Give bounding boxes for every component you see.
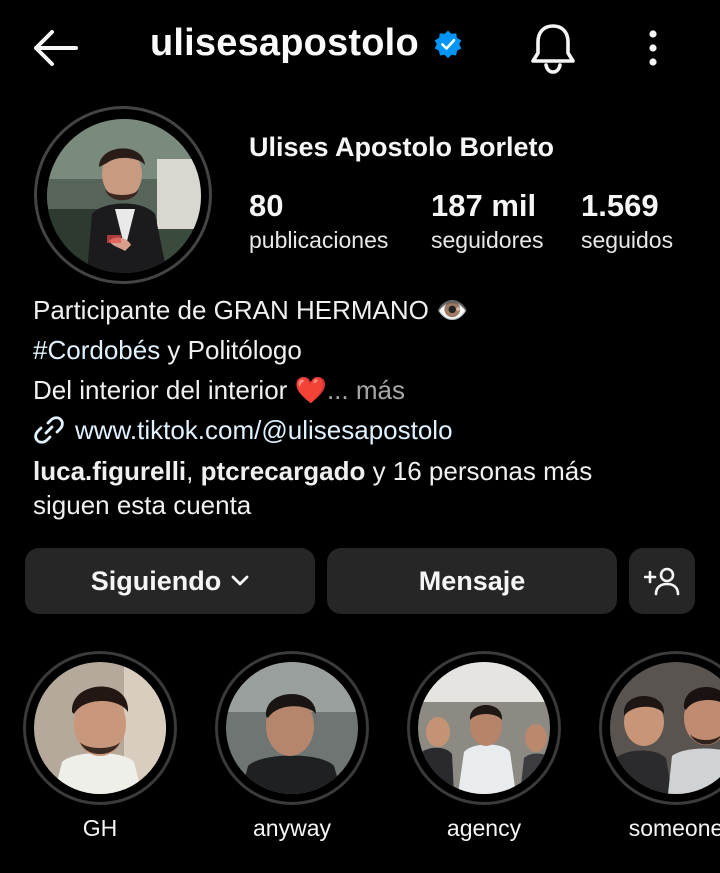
more-link[interactable]: ... más (327, 375, 405, 405)
highlight-agency[interactable]: agency (407, 651, 561, 842)
followed-by[interactable]: luca.figurelli, ptcrecargado y 16 person… (33, 454, 592, 522)
highlight-label: someone (628, 815, 720, 841)
following-button[interactable]: Siguiendo (25, 548, 315, 614)
chevron-down-icon (231, 575, 249, 586)
back-button[interactable] (30, 24, 86, 72)
bio: Participante de GRAN HERMANO 👁️ #Cordobé… (33, 290, 469, 450)
bio-line-3: Del interior del interior ❤️... más (33, 370, 469, 410)
message-button[interactable]: Mensaje (327, 548, 617, 614)
bio-line-1: Participante de GRAN HERMANO 👁️ (33, 290, 469, 330)
highlight-ring (407, 651, 561, 805)
highlight-label: GH (82, 815, 118, 841)
mutual-user-1[interactable]: luca.figurelli (33, 456, 186, 486)
stat-label: seguidos (581, 227, 674, 253)
arrow-left-icon (34, 30, 78, 66)
message-label: Mensaje (418, 565, 526, 596)
stat-label: publicaciones (249, 227, 389, 253)
bell-icon (531, 24, 575, 74)
followed-by-text-2: siguen esta cuenta (33, 490, 252, 520)
highlight-gh[interactable]: GH (23, 651, 177, 842)
stat-posts[interactable]: 80 publicaciones (249, 188, 388, 254)
full-name: Ulises Apostolo Borleto (249, 132, 555, 162)
mutual-user-2[interactable]: ptcrecargado (201, 456, 366, 486)
stat-following[interactable]: 1.569 seguidos (581, 188, 673, 254)
stat-value: 80 (249, 188, 284, 223)
bio-line-2: #Cordobés y Politólogo (33, 330, 469, 370)
username-header: ulisesapostolo (150, 22, 463, 65)
top-bar: ulisesapostolo (0, 0, 720, 96)
bio-link[interactable]: www.tiktok.com/@ulisesapostolo (33, 410, 469, 450)
avatar-image (47, 119, 201, 273)
following-label: Siguiendo (90, 565, 222, 596)
avatar[interactable] (47, 119, 201, 273)
highlight-image (610, 662, 720, 794)
bio-text: y Politólogo (160, 335, 302, 365)
eye-emoji: 👁️ (436, 295, 469, 325)
notifications-button[interactable] (526, 20, 580, 74)
separator: , (186, 456, 201, 486)
more-options-button[interactable] (636, 26, 670, 70)
username: ulisesapostolo (150, 22, 419, 64)
highlight-ring (599, 651, 720, 805)
highlight-image (34, 662, 166, 794)
highlight-someone[interactable]: someone (599, 651, 720, 842)
highlight-ring (23, 651, 177, 805)
hashtag-link[interactable]: #Cordobés (33, 335, 160, 365)
more-vertical-icon (649, 30, 657, 66)
highlight-ring (215, 651, 369, 805)
highlight-label: anyway (253, 815, 331, 841)
stat-followers[interactable]: 187 mil seguidores (431, 188, 544, 254)
stat-value: 187 mil (431, 188, 537, 223)
link-text: www.tiktok.com/@ulisesapostolo (75, 415, 453, 445)
followed-by-text: y 16 personas más (365, 456, 593, 486)
highlight-anyway[interactable]: anyway (215, 651, 369, 842)
add-user-icon (644, 567, 680, 596)
stat-value: 1.569 (581, 188, 659, 223)
highlight-image (226, 662, 358, 794)
add-user-button[interactable] (629, 548, 695, 614)
highlight-image (418, 662, 550, 794)
bio-text: Participante de GRAN HERMANO (33, 295, 429, 325)
heart-emoji: ❤️ (294, 375, 327, 405)
bio-text: Del interior del interior (33, 375, 288, 405)
verified-badge-icon (434, 30, 462, 58)
highlight-label: agency (446, 815, 522, 841)
stat-label: seguidores (431, 227, 544, 253)
link-icon (34, 416, 64, 444)
